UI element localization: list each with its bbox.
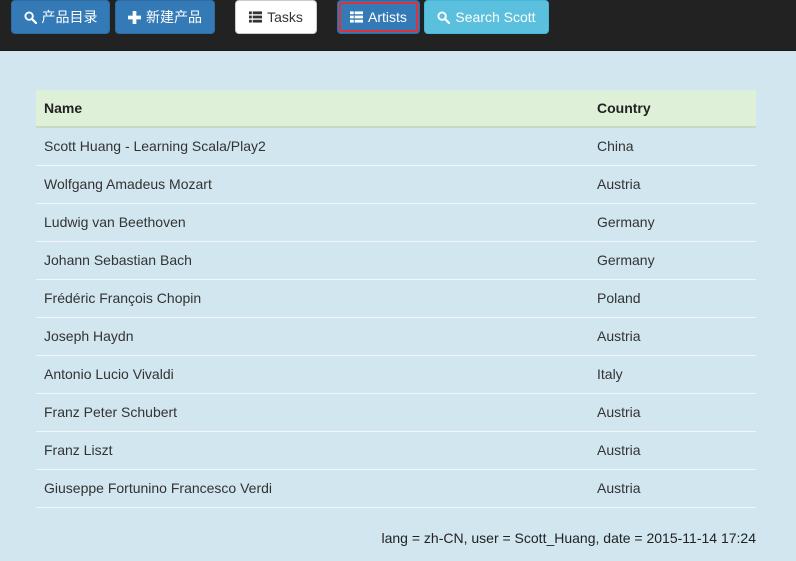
artist-name-cell: Wolfgang Amadeus Mozart [36,164,589,203]
table-icon [350,11,364,23]
artist-country-cell: Germany [589,202,756,241]
artist-country-cell: Austria [589,430,756,469]
list-icon [249,11,263,23]
table-row: Giuseppe Fortunino Francesco Verdi Austri… [36,468,756,508]
artist-name-cell: Joseph Haydn [36,316,589,355]
artist-name-cell: Franz Liszt [36,430,589,469]
table-row: Franz Peter Schubert Austria [36,392,756,431]
top-navbar: 产品目录 新建产品 Tasks Artists Search Scott [0,0,796,51]
search-scott-label: Search Scott [455,9,536,25]
table-header-row: Name Country [36,90,756,128]
artist-country-cell: Austria [589,468,756,508]
artists-table: Name Country Scott Huang - Learning Scal… [36,90,756,508]
tasks-button[interactable]: Tasks [235,0,317,34]
plus-icon [128,10,141,24]
table-row: Ludwig van Beethoven Germany [36,202,756,241]
artists-label: Artists [368,9,407,25]
artists-button[interactable]: Artists [337,0,420,34]
product-list-label: 产品目录 [41,9,98,25]
table-row: Frédéric François Chopin Poland [36,278,756,317]
artist-name-cell: Scott Huang - Learning Scala/Play2 [36,126,589,165]
tasks-label: Tasks [267,9,303,25]
artist-country-cell: Austria [589,164,756,203]
table-row: Scott Huang - Learning Scala/Play2 China [36,126,756,165]
table-row: Johann Sebastian Bach Germany [36,240,756,279]
new-product-label: 新建产品 [146,9,202,25]
product-list-button[interactable]: 产品目录 [11,0,110,34]
table-row: Franz Liszt Austria [36,430,756,469]
artist-country-cell: Austria [589,392,756,431]
artist-country-cell: Germany [589,240,756,279]
table-row: Antonio Lucio Vivaldi Italy [36,354,756,393]
artist-country-cell: Austria [589,316,756,355]
new-product-button[interactable]: 新建产品 [115,0,215,34]
artist-name-cell: Franz Peter Schubert [36,392,589,431]
artist-name-cell: Antonio Lucio Vivaldi [36,354,589,393]
search-scott-button[interactable]: Search Scott [424,0,549,34]
artist-name-cell: Ludwig van Beethoven [36,202,589,241]
artists-table-container: Name Country Scott Huang - Learning Scal… [36,90,756,508]
column-header-name: Name [36,90,589,128]
artist-country-cell: China [589,126,756,165]
search-icon [23,10,37,24]
table-row: Joseph Haydn Austria [36,316,756,355]
table-row: Wolfgang Amadeus Mozart Austria [36,164,756,203]
search-icon [437,10,451,24]
artist-name-cell: Johann Sebastian Bach [36,240,589,279]
artist-country-cell: Poland [589,278,756,317]
status-footer: lang = zh-CN, user = Scott_Huang, date =… [381,530,757,546]
column-header-country: Country [589,90,756,128]
artist-country-cell: Italy [589,354,756,393]
table-body: Scott Huang - Learning Scala/Play2 China W… [36,126,756,508]
artist-name-cell: Giuseppe Fortunino Francesco Verdi [36,468,589,508]
artist-name-cell: Frédéric François Chopin [36,278,589,317]
